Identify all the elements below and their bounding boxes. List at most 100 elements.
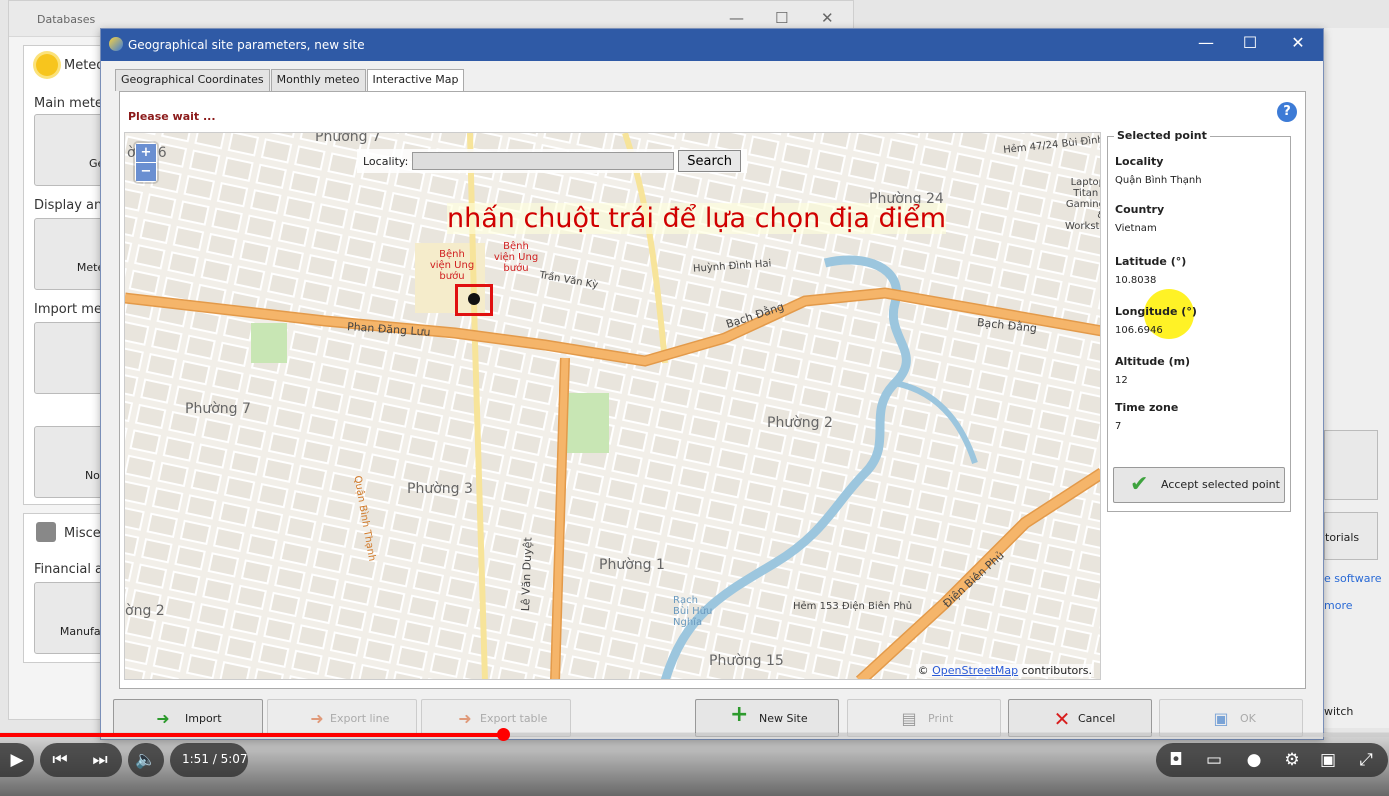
checkmark-icon: ✔ [1130,472,1149,497]
export-table-icon: ➜ [458,709,472,728]
locality-value: Quận Bình Thạnh [1115,175,1202,186]
map-label-le-van-duyet: Lê Văn Duyệt [519,537,535,612]
country-heading: Country [1115,203,1165,216]
maximize-icon[interactable]: ☐ [775,9,788,27]
databases-title: Databases [37,13,96,26]
camera-icon[interactable]: ◘ [1162,746,1190,774]
next-icon[interactable]: ⏭ [86,746,114,774]
park-area [567,393,609,453]
interactive-map-panel: Please wait ... ? Phan Đăng Lưu Bạch Đằn… [119,91,1306,689]
app-icon [109,37,123,51]
settings-icon[interactable]: ⚙ [1278,746,1306,774]
country-value: Vietnam [1115,223,1157,234]
timezone-heading: Time zone [1115,401,1179,414]
volume-icon[interactable]: 🔈 [132,746,160,774]
openstreetmap-link[interactable]: OpenStreetMap [932,664,1018,677]
play-icon[interactable]: ▶ [3,746,31,774]
site-parameters-dialog: Geographical site parameters, new site —… [100,28,1324,740]
autoplay-icon[interactable]: ● [1240,746,1268,774]
map-label-phuong2: Phường 2 [767,415,833,431]
export-table-label: Export table [480,712,548,725]
fullscreen-icon[interactable]: ⤢ [1352,746,1380,774]
tab-monthly-meteo[interactable]: Monthly meteo [270,69,366,91]
printer-icon: ▤ [901,709,917,728]
plus-icon: + [730,702,749,727]
tab-geographical-coordinates[interactable]: Geographical Coordinates [115,69,270,91]
search-button[interactable]: Search [678,150,741,172]
longitude-value: 106.6946 [1115,325,1163,336]
software-link[interactable]: e software [1324,572,1382,585]
meteo-heading: Meteo [64,58,105,73]
export-line-icon: ➜ [310,709,324,728]
import-icon: ➜ [156,709,170,728]
tutorials-button[interactable]: torials [1324,512,1378,560]
selected-location-marker[interactable] [455,284,493,316]
altitude-heading: Altitude (m) [1115,355,1191,368]
selected-point-legend: Selected point [1114,129,1210,142]
progress-played [0,733,503,737]
map-label-benh-vien-1: Bệnh viện Ung bướu [429,249,475,282]
map-label-phuong3: Phường 3 [407,481,473,497]
tab-bar: Geographical Coordinates Monthly meteo I… [115,69,465,92]
locality-search-bar: Locality: Search [357,149,747,173]
dialog-title: Geographical site parameters, new site [128,38,365,52]
cancel-x-icon: ✕ [1053,707,1071,731]
dialog-titlebar: Geographical site parameters, new site —… [101,29,1323,61]
maximize-icon[interactable]: ☐ [1235,33,1265,52]
zoom-control: + − [135,143,157,182]
park-area [251,323,287,363]
map-label-phuong2-left: ờng 2 [125,603,165,619]
instruction-overlay: nhấn chuột trái để lựa chọn địa điểm [447,203,947,234]
zoom-in-button[interactable]: + [136,144,156,162]
more-link[interactable]: more [1324,599,1353,612]
help-icon[interactable]: ? [1277,102,1297,122]
miniplayer-icon[interactable]: ▣ [1314,746,1342,774]
map-view[interactable]: Phan Đăng Lưu Bạch Đằng Bạch Đằng Phường… [124,132,1101,680]
misc-heading: Misce [64,526,101,541]
import-meteo-label: Import met [34,302,108,317]
map-attribution: © OpenStreetMap contributors. [915,664,1094,677]
cancel-label: Cancel [1078,712,1116,725]
longitude-heading: Longitude (°) [1115,305,1197,318]
location-dot-icon [468,293,480,305]
map-label-phuong1: Phường 1 [599,557,665,573]
accept-selected-point-button[interactable]: ✔ Accept selected point [1113,467,1285,503]
progress-scrubber[interactable] [497,728,510,741]
map-label-phuong7: Phường 7 [185,401,251,417]
close-icon[interactable]: ✕ [1283,33,1313,52]
timezone-value: 7 [1115,421,1122,432]
latitude-heading: Latitude (°) [1115,255,1187,268]
accept-label: Accept selected point [1161,478,1280,491]
save-disk-icon: ▣ [1213,709,1229,728]
close-icon[interactable]: ✕ [821,9,834,27]
zoom-out-button[interactable]: − [136,163,156,181]
attribution-prefix: © [917,664,933,677]
map-label-rach-bui: Rạch Bùi Hữu Nghĩa [673,595,713,628]
selected-point-group: Selected point Locality Quận Bình Thạnh … [1107,129,1291,512]
tab-interactive-map[interactable]: Interactive Map [366,69,465,92]
locality-input[interactable] [412,152,675,170]
map-label-phuong15: Phường 15 [709,653,784,669]
new-site-label: New Site [759,712,808,725]
map-label-benh-vien-2: Bệnh viện Ung bướu [493,241,539,274]
altitude-value: 12 [1115,375,1128,386]
print-label: Print [928,712,954,725]
latitude-value: 10.8038 [1115,275,1157,286]
time-display: 1:51 / 5:07 [182,752,248,766]
minimize-icon[interactable]: — [1191,33,1221,52]
previous-icon[interactable]: ⏮ [46,746,74,774]
export-line-label: Export line [330,712,390,725]
import-label: Import [185,712,222,725]
attribution-suffix: contributors. [1018,664,1092,677]
misc-icon [36,522,56,542]
map-label-hem153: Hẻm 153 Điện Biên Phủ [793,601,913,612]
sun-icon [36,54,58,76]
map-label-laptop: Laptop Titan - Gaming & Worksta [1065,177,1100,232]
status-text: Please wait ... [128,110,216,123]
ok-label: OK [1240,712,1256,725]
right-bg-button[interactable] [1324,430,1378,500]
subtitles-icon[interactable]: ▭ [1200,746,1228,774]
minimize-icon[interactable]: — [729,9,744,27]
switch-label[interactable]: witch [1324,705,1353,718]
locality-heading: Locality [1115,155,1164,168]
